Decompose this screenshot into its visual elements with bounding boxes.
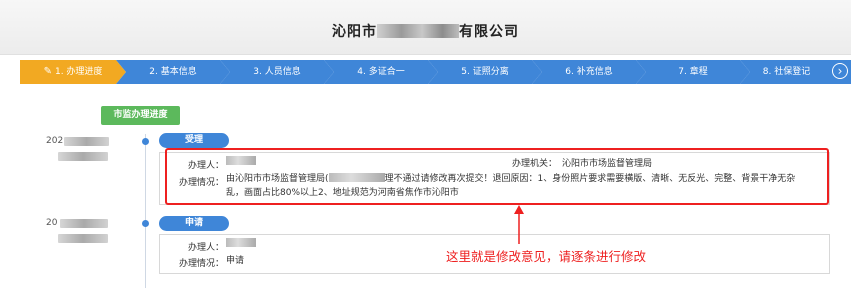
annotation-arrow	[514, 205, 524, 244]
annotation-text: 这里就是修改意见，请逐条进行修改	[446, 249, 647, 264]
